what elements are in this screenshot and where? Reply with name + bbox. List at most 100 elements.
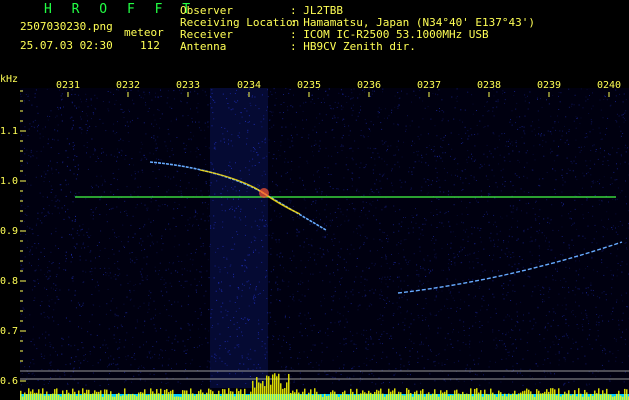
- noise-dot: [526, 162, 528, 164]
- noise-dot: [298, 216, 300, 218]
- noise-dot: [585, 160, 587, 162]
- noise-dot: [353, 88, 355, 90]
- noise-dot: [428, 328, 430, 330]
- noise-dot: [82, 242, 84, 244]
- noise-dot: [42, 136, 44, 138]
- noise-dot: [50, 147, 52, 149]
- noise-dot: [626, 147, 628, 149]
- noise-dot: [125, 339, 127, 341]
- noise-dot: [411, 221, 412, 223]
- noise-dot: [578, 235, 580, 237]
- noise-dot: [547, 351, 549, 353]
- noise-dot: [212, 325, 213, 326]
- signal-bar: [424, 396, 426, 400]
- noise-dot: [515, 108, 517, 110]
- noise-dot: [115, 278, 117, 280]
- noise-dot: [387, 241, 389, 243]
- noise-dot: [204, 137, 206, 139]
- noise-dot: [561, 174, 563, 176]
- noise-dot: [189, 217, 191, 219]
- noise-dot: [599, 132, 601, 134]
- noise-dot: [360, 281, 362, 283]
- noise-dot: [269, 312, 271, 314]
- noise-dot: [558, 145, 559, 147]
- noise-dot: [90, 260, 92, 262]
- noise-dot: [282, 256, 284, 258]
- noise-dot: [393, 262, 395, 263]
- noise-dot: [125, 210, 127, 212]
- noise-dot: [105, 130, 107, 132]
- noise-dot: [477, 363, 479, 365]
- noise-dot: [546, 199, 548, 201]
- noise-dot: [148, 290, 150, 292]
- noise-dot: [30, 156, 32, 158]
- noise-dot: [325, 230, 327, 232]
- noise-dot: [601, 250, 603, 252]
- noise-dot: [53, 283, 55, 285]
- noise-dot: [299, 177, 301, 179]
- noise-dot: [622, 113, 624, 115]
- noise-dot: [466, 228, 468, 230]
- noise-dot: [34, 243, 36, 244]
- noise-dot: [585, 292, 587, 294]
- noise-dot: [432, 269, 433, 271]
- noise-dot: [92, 372, 94, 374]
- noise-dot: [263, 170, 265, 172]
- noise-dot: [64, 205, 66, 207]
- noise-dot: [186, 377, 188, 379]
- noise-dot: [78, 360, 80, 362]
- noise-dot: [350, 107, 352, 109]
- noise-dot: [477, 262, 479, 264]
- noise-dot: [254, 240, 256, 242]
- noise-dot: [230, 248, 232, 250]
- noise-dot: [74, 219, 76, 221]
- noise-dot: [381, 257, 383, 258]
- noise-dot: [157, 136, 159, 138]
- noise-dot: [394, 95, 396, 97]
- noise-dot: [43, 209, 45, 210]
- noise-dot: [290, 357, 292, 359]
- signal-bar: [214, 394, 216, 400]
- noise-dot: [289, 316, 290, 318]
- noise-dot: [233, 276, 235, 278]
- noise-dot: [247, 129, 249, 131]
- noise-dot: [42, 196, 44, 198]
- noise-dot: [254, 350, 256, 352]
- noise-dot: [313, 253, 315, 255]
- noise-dot: [281, 357, 283, 359]
- noise-dot: [327, 328, 329, 330]
- noise-dot: [350, 244, 352, 246]
- noise-dot: [487, 125, 489, 127]
- noise-dot: [130, 261, 131, 263]
- noise-dot: [104, 339, 106, 341]
- noise-dot: [381, 128, 383, 130]
- noise-dot: [61, 353, 63, 355]
- noise-dot: [425, 298, 427, 300]
- noise-dot: [94, 150, 96, 152]
- noise-dot: [106, 204, 107, 206]
- noise-dot: [575, 301, 576, 303]
- noise-dot: [299, 372, 301, 374]
- noise-dot: [363, 334, 365, 336]
- noise-dot: [551, 204, 553, 206]
- noise-dot: [311, 98, 313, 100]
- noise-dot: [57, 298, 59, 300]
- signal-bar: [420, 390, 422, 400]
- noise-dot: [602, 117, 604, 119]
- noise-dot: [469, 343, 470, 345]
- noise-dot: [211, 92, 213, 94]
- noise-dot: [360, 380, 361, 382]
- noise-dot: [155, 163, 156, 165]
- noise-dot: [492, 329, 494, 331]
- noise-dot: [49, 346, 51, 348]
- noise-dot: [113, 177, 115, 179]
- noise-dot: [211, 107, 213, 109]
- noise-dot: [226, 314, 228, 316]
- noise-dot: [50, 361, 52, 363]
- noise-dot: [509, 143, 511, 145]
- noise-dot: [615, 120, 617, 121]
- noise-dot: [81, 327, 83, 329]
- noise-dot: [448, 269, 450, 271]
- noise-dot: [241, 289, 243, 291]
- signal-bar: [44, 395, 46, 400]
